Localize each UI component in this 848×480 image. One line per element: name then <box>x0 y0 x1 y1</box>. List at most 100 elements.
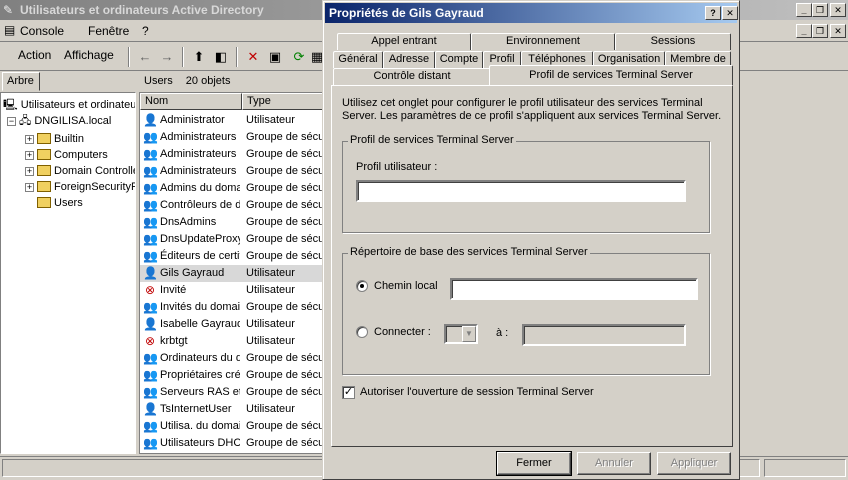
table-row[interactable]: 👥Administrateurs de l'entreprise Groupe d… <box>140 129 324 146</box>
tab-profil-terminal-server[interactable]: Profil de services Terminal Server <box>489 65 733 85</box>
show-tree-icon[interactable]: ◧ <box>212 48 230 66</box>
row-name: DnsAdmins <box>160 216 217 228</box>
tab-sessions[interactable]: Sessions <box>615 33 731 50</box>
list-container-name: Users <box>144 75 173 87</box>
tab-arbre[interactable]: Arbre <box>2 72 40 91</box>
local-path-radio[interactable] <box>356 280 368 292</box>
close-icon[interactable]: ✕ <box>830 3 846 17</box>
tree-item-root[interactable]: 🖳 Utilisateurs et ordinateurs <box>3 97 135 113</box>
dialog-title-bar: Propriétés de Gils Gayraud ? ✕ <box>325 3 738 23</box>
table-row[interactable]: 👥Administrateurs du schéma Groupe de sécu… <box>140 146 324 163</box>
tab-description: Utilisez cet onglet pour configurer le p… <box>342 97 722 122</box>
cancel-button[interactable]: Annuler <box>577 452 651 475</box>
tree-item-foreign-security[interactable]: +ForeignSecurityPrincipals <box>25 179 135 195</box>
tree-item-domain-controllers[interactable]: +Domain Controllers <box>25 163 135 179</box>
delete-icon[interactable]: ✕ <box>244 48 262 66</box>
group-icon: 👥 <box>143 436 158 450</box>
table-row[interactable]: 👥Utilisateurs DHCP Groupe de sécurité <box>140 435 324 452</box>
table-row[interactable]: 👤 Administrator Utilisateur <box>140 112 324 129</box>
list-header: Users 20 objets <box>140 72 325 92</box>
drive-letter-select[interactable]: ▼ <box>444 324 478 344</box>
menu-help[interactable]: ? <box>142 24 149 38</box>
tree-item-computers[interactable]: + Computers <box>25 147 108 163</box>
refresh-icon[interactable]: ⟳ <box>290 48 308 66</box>
local-path-input[interactable] <box>450 278 698 300</box>
tab-appel-entrant[interactable]: Appel entrant <box>337 33 471 50</box>
table-row[interactable]: ⊗ krbtgt Utilisateur <box>140 333 324 350</box>
chevron-down-icon[interactable]: ▼ <box>462 326 476 342</box>
row-name: krbtgt <box>160 335 188 347</box>
tab-panel: Utilisez cet onglet pour configurer le p… <box>331 85 733 447</box>
action-menu-button[interactable]: Action <box>18 48 51 62</box>
dialog-close-icon[interactable]: ✕ <box>722 6 738 20</box>
tree-item-builtin[interactable]: + Builtin <box>25 131 84 147</box>
row-type: Utilisateur <box>246 267 295 279</box>
up-folder-icon[interactable]: ⬆ <box>190 48 208 66</box>
row-type: Groupe de sécurité <box>246 233 325 245</box>
row-name: Propriétaires créateurs <box>160 369 240 381</box>
column-header-type[interactable]: Type <box>242 93 324 110</box>
tab-environnement[interactable]: Environnement <box>471 33 615 50</box>
table-row[interactable]: 👥Utilisa. du domaine Groupe de sécurité <box>140 418 324 435</box>
menu-console[interactable]: Console <box>20 24 64 38</box>
child-restore-icon[interactable]: ❐ <box>812 24 828 38</box>
tab-adresse[interactable]: Adresse <box>383 51 435 68</box>
table-row[interactable]: 👤 TsInternetUser Utilisateur <box>140 401 324 418</box>
forward-arrow-icon[interactable]: → <box>158 48 176 66</box>
table-row[interactable]: 👥Serveurs RAS et IAS Groupe de sécurité <box>140 384 324 401</box>
table-row[interactable]: 👥DnsUpdateProxy Groupe de sécurité <box>140 231 325 248</box>
menu-fenetre[interactable]: Fenêtre <box>88 24 129 38</box>
table-row[interactable]: 👥Éditeurs de certificats Groupe de sécuri… <box>140 248 324 265</box>
connect-radio[interactable] <box>356 326 368 338</box>
allow-logon-checkbox[interactable]: ✓ <box>342 386 355 399</box>
child-close-icon[interactable]: ✕ <box>830 24 846 38</box>
close-button[interactable]: Fermer <box>496 451 572 476</box>
table-row[interactable]: 👥DnsAdmins Groupe de sécurité <box>140 214 325 231</box>
expand-icon[interactable]: + <box>25 183 34 192</box>
toolbar-separator <box>128 47 130 67</box>
row-name: Utilisateurs DHCP <box>160 437 240 449</box>
table-row[interactable]: 👤 Gils Gayraud Utilisateur <box>140 265 324 282</box>
expand-icon[interactable]: + <box>25 167 34 176</box>
child-minimize-icon[interactable]: _ <box>796 24 812 38</box>
profile-path-input[interactable] <box>356 180 686 202</box>
dialog-title: Propriétés de Gils Gayraud <box>329 6 484 20</box>
apply-button[interactable]: Appliquer <box>657 452 731 475</box>
affichage-menu-button[interactable]: Affichage <box>64 48 114 62</box>
profile-path-label: Profil utilisateur : <box>356 161 438 173</box>
tab-general[interactable]: Général <box>333 51 383 68</box>
table-row[interactable]: 👥Admins du domaine Groupe de sécurité <box>140 180 324 197</box>
properties-icon[interactable]: ▣ <box>266 48 284 66</box>
table-row[interactable]: 👥Administrateurs DHCP Groupe de sécurité <box>140 163 324 180</box>
tree-item-users[interactable]: Users <box>37 195 83 211</box>
back-arrow-icon[interactable]: ← <box>136 48 154 66</box>
column-header-nom[interactable]: Nom <box>140 93 242 110</box>
table-row[interactable]: ⊗ Invité Utilisateur <box>140 282 324 299</box>
minimize-icon[interactable]: _ <box>796 3 812 17</box>
connect-to-input[interactable] <box>522 324 686 346</box>
table-row[interactable]: 👤 Isabelle Gayraud Utilisateur <box>140 316 324 333</box>
tab-compte[interactable]: Compte <box>435 51 483 68</box>
table-row[interactable]: 👥Ordinateurs du domaine Groupe de sécurit… <box>140 350 324 367</box>
tree-item-domain[interactable]: − 🖧 DNGILISA.local <box>7 113 111 129</box>
user-icon: 👤 <box>143 266 158 280</box>
row-name: Gils Gayraud <box>160 267 225 279</box>
row-type: Groupe de sécurité <box>246 216 325 228</box>
table-row[interactable]: 👥Contrôleurs de domaine Groupe de sécurit… <box>140 197 324 214</box>
expand-icon[interactable]: + <box>25 135 34 144</box>
table-row[interactable]: 👥Propriétaires créateurs Groupe de sécuri… <box>140 367 324 384</box>
group-icon: 👥 <box>143 351 158 365</box>
maximize-icon[interactable]: ❐ <box>812 3 828 17</box>
row-type: Utilisateur <box>246 114 295 126</box>
connect-label: Connecter : <box>374 326 431 338</box>
help-icon[interactable]: ? <box>705 6 721 20</box>
tab-controle-distant[interactable]: Contrôle distant <box>333 68 491 85</box>
row-name: Administrateurs de l'entreprise <box>160 131 240 143</box>
group-icon: 👥 <box>143 249 158 263</box>
row-name: Éditeurs de certificats <box>160 250 240 262</box>
expand-icon[interactable]: + <box>25 151 34 160</box>
table-row[interactable]: 👥Invités du domaine Groupe de sécurité <box>140 299 324 316</box>
collapse-icon[interactable]: − <box>7 117 16 126</box>
console-icon: ▤ <box>4 23 16 37</box>
mmc-title: Utilisateurs et ordinateurs Active Direc… <box>20 3 264 17</box>
